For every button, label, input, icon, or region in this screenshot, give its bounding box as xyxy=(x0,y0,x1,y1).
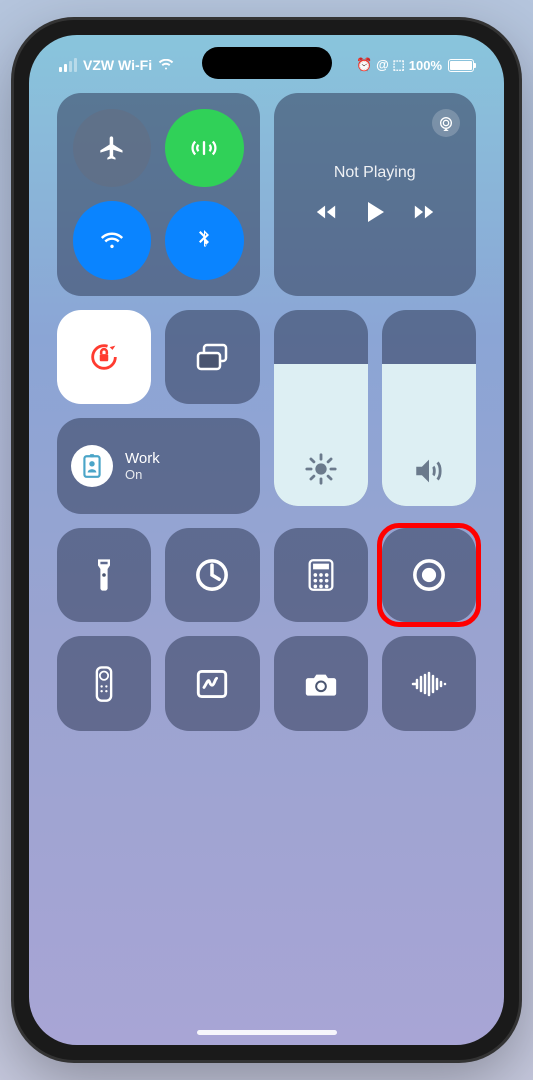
screen-mirroring-button[interactable] xyxy=(165,310,259,404)
airplay-icon xyxy=(438,115,454,131)
battery-percent-label: 100% xyxy=(409,58,442,73)
flashlight-icon xyxy=(92,557,116,593)
focus-status-label: On xyxy=(125,467,160,482)
airplane-icon xyxy=(98,134,126,162)
home-indicator[interactable] xyxy=(197,1030,337,1035)
airplay-button[interactable] xyxy=(432,109,460,137)
wifi-icon xyxy=(158,59,174,71)
control-center-grid: Not Playing xyxy=(29,73,504,751)
brightness-slider[interactable] xyxy=(274,310,368,506)
screen-record-button[interactable] xyxy=(382,528,476,622)
apple-tv-remote-button[interactable] xyxy=(57,636,151,730)
screen-mirroring-icon xyxy=(194,341,230,373)
calculator-button[interactable] xyxy=(274,528,368,622)
remote-icon xyxy=(94,665,114,703)
dynamic-island xyxy=(202,47,332,79)
status-right: ⏰ @ ⬚ 100% xyxy=(356,57,474,73)
id-badge-icon xyxy=(81,453,103,479)
status-indicators: ⏰ @ ⬚ xyxy=(356,57,404,73)
media-status-label: Not Playing xyxy=(334,164,416,182)
orientation-lock-button[interactable] xyxy=(57,310,151,404)
focus-title-label: Work xyxy=(125,450,160,467)
bluetooth-button[interactable] xyxy=(165,201,243,279)
signal-strength-icon xyxy=(59,58,77,72)
focus-tile[interactable]: Work On xyxy=(57,418,260,514)
phone-frame: VZW Wi-Fi ⏰ @ ⬚ 100% xyxy=(14,20,519,1060)
status-left: VZW Wi-Fi xyxy=(59,57,174,73)
bluetooth-icon xyxy=(192,226,216,254)
cellular-data-button[interactable] xyxy=(165,109,243,187)
camera-icon xyxy=(303,670,339,698)
timer-icon xyxy=(195,558,229,592)
voice-memo-button[interactable] xyxy=(382,636,476,730)
focus-badge-icon xyxy=(71,445,113,487)
wifi-button[interactable] xyxy=(73,201,151,279)
freeform-button[interactable] xyxy=(165,636,259,730)
voice-memo-icon xyxy=(411,671,447,697)
screen-record-icon xyxy=(412,558,446,592)
phone-screen: VZW Wi-Fi ⏰ @ ⬚ 100% xyxy=(29,35,504,1045)
freeform-icon xyxy=(196,669,228,699)
calculator-icon xyxy=(307,558,335,592)
camera-button[interactable] xyxy=(274,636,368,730)
media-tile[interactable]: Not Playing xyxy=(274,93,477,296)
wifi-icon xyxy=(98,226,126,254)
flashlight-button[interactable] xyxy=(57,528,151,622)
connectivity-tile[interactable] xyxy=(57,93,260,296)
media-controls xyxy=(315,200,435,224)
rewind-button[interactable] xyxy=(315,203,337,221)
forward-button[interactable] xyxy=(413,203,435,221)
timer-button[interactable] xyxy=(165,528,259,622)
cellular-icon xyxy=(190,134,218,162)
orientation-lock-icon xyxy=(87,340,121,374)
brightness-icon xyxy=(304,452,338,486)
volume-icon xyxy=(412,456,446,486)
battery-icon xyxy=(448,59,474,72)
play-button[interactable] xyxy=(365,200,385,224)
airplane-mode-button[interactable] xyxy=(73,109,151,187)
volume-slider[interactable] xyxy=(382,310,476,506)
carrier-label: VZW Wi-Fi xyxy=(83,57,152,73)
